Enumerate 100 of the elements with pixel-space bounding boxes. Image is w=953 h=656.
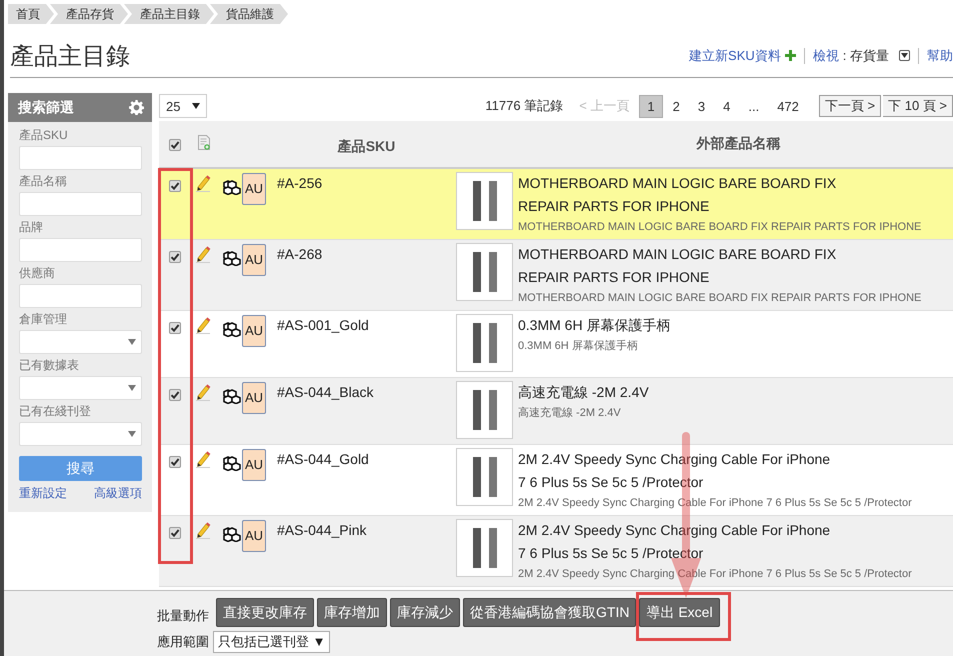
help-link[interactable]: 幫助 (927, 46, 953, 64)
input-field[interactable] (19, 192, 142, 216)
checkbox[interactable] (169, 527, 181, 539)
photo-placeholder (456, 243, 513, 301)
checkbox[interactable] (169, 322, 181, 334)
checkbox[interactable] (169, 251, 181, 263)
cubes-icon[interactable] (223, 389, 241, 404)
pencil-icon[interactable] (195, 175, 211, 192)
table-row[interactable]: AU #A-268 MOTHERBOARD MAIN LOGIC BARE BOARD FIX REPAIR PARTS FOR IPHONE MOTHERBOARD MAIN LOGIC BARE BOARD FIX REPAIR PARTS FOR IPHONE (159, 240, 953, 311)
table-row[interactable]: AU #AS-044_Gold 2M 2.4V Speedy Sync Charging Cable For iPhone 7 6 Plus 5s Se 5c 5 /Protector 2M 2.4V Speedy Sync Charging Cable For iPhone 7 6 Plus 5s Se 5c 5 /Protector (159, 445, 953, 516)
page-link[interactable]: 1 (639, 94, 663, 118)
breadcrumb-link[interactable]: 產品主目錄 (124, 4, 214, 24)
filter-title: 搜索篩選 (18, 98, 74, 116)
next-page-button[interactable]: 下一頁 > (818, 95, 882, 117)
page-size-select[interactable]: 25 (159, 94, 207, 118)
input-field[interactable] (19, 238, 142, 262)
page-link[interactable]: 2 (664, 94, 688, 118)
cubes-icon[interactable] (223, 527, 241, 542)
reset-link[interactable]: 重新設定 (19, 485, 67, 502)
bulk-action-button[interactable]: 庫存增加 (317, 598, 387, 627)
select-field[interactable] (19, 376, 142, 400)
pencil-icon[interactable] (195, 522, 211, 539)
bulk-action-button[interactable]: 導出 Excel (639, 598, 720, 627)
field-label: 倉庫管理 (19, 311, 68, 328)
product-name: 2M 2.4V Speedy Sync Charging Cable For iPhone 7 6 Plus 5s Se 5c 5 /Protector (518, 521, 832, 563)
caret-icon (128, 385, 136, 391)
bulk-action-button[interactable]: 從香港編碼協會獲取GTIN (463, 598, 636, 627)
product-subtitle: 高速充電線 -2M 2.4V (518, 406, 621, 421)
sku-text[interactable]: #A-256 (269, 169, 456, 239)
settings-icon[interactable] (129, 100, 144, 115)
photo-placeholder (456, 314, 513, 372)
field-label: 產品名稱 (19, 173, 68, 190)
product-subtitle: 2M 2.4V Speedy Sync Charging Cable For iPhone 7 6 Plus 5s Se 5c 5 /Protector (518, 496, 912, 511)
column-header: 產品SKU (336, 137, 396, 156)
pencil-icon[interactable] (195, 246, 211, 263)
sku-text[interactable]: #AS-044_Black (269, 378, 456, 444)
region-badge: AU (242, 173, 266, 205)
view-link[interactable]: 檢視 (812, 46, 839, 64)
dropdown-icon[interactable] (899, 50, 910, 61)
field-label: 已有數據表 (19, 357, 80, 374)
plus-icon[interactable] (784, 50, 796, 61)
record-count: 11776 筆記錄 (485, 97, 564, 115)
select-field[interactable] (19, 330, 142, 354)
bulk-actions-label: 批量動作 (157, 607, 209, 625)
product-name: 2M 2.4V Speedy Sync Charging Cable For iPhone 7 6 Plus 5s Se 5c 5 /Protector (518, 450, 832, 492)
input-field[interactable] (19, 146, 142, 170)
breadcrumb-link[interactable]: 首頁 (8, 4, 54, 24)
sku-text[interactable]: #AS-001_Gold (269, 311, 456, 377)
pencil-icon[interactable] (195, 317, 211, 334)
caret-icon (192, 103, 200, 109)
breadcrumb-link[interactable]: 產品存貨 (50, 4, 128, 24)
sku-text[interactable]: #A-268 (269, 240, 456, 310)
pencil-icon[interactable] (195, 384, 211, 401)
photo-placeholder (456, 381, 513, 439)
field-label: 品牌 (19, 219, 44, 236)
cubes-icon[interactable] (223, 456, 241, 471)
view-value: : 存貨量 (842, 46, 889, 64)
product-name: 高速充電線 -2M 2.4V (518, 383, 650, 402)
checkbox[interactable] (169, 180, 181, 192)
sku-text[interactable]: #AS-044_Pink (269, 516, 456, 586)
region-badge: AU (242, 520, 266, 552)
photo-placeholder (456, 448, 513, 506)
product-subtitle: MOTHERBOARD MAIN LOGIC BARE BOARD FIX REPAIR PARTS FOR IPHONE (518, 220, 922, 235)
table-row[interactable]: AU #AS-044_Black 高速充電線 -2M 2.4V 高速充電線 -2M 2.4V (159, 378, 953, 445)
page-link[interactable]: 4 (715, 94, 738, 118)
product-name: 0.3MM 6H 屏幕保護手柄 (518, 316, 672, 335)
scope-select[interactable]: 只包括已選刊登 ▼ (213, 631, 330, 653)
region-badge: AU (242, 382, 266, 414)
bulk-action-button[interactable]: 庫存減少 (390, 598, 460, 627)
page-link[interactable]: 3 (690, 94, 714, 118)
region-badge: AU (242, 315, 266, 347)
page-link[interactable]: 472 (769, 94, 807, 118)
next-ten-pages-button[interactable]: 下 10 頁 > (883, 95, 953, 117)
breadcrumb-link[interactable]: 貨品維護 (210, 4, 288, 24)
pencil-icon[interactable] (195, 451, 211, 468)
table-row[interactable]: AU #A-256 MOTHERBOARD MAIN LOGIC BARE BOARD FIX REPAIR PARTS FOR IPHONE MOTHERBOARD MAIN LOGIC BARE BOARD FIX REPAIR PARTS FOR IPHONE (159, 169, 953, 240)
checkbox[interactable] (169, 456, 181, 468)
caret-icon (128, 339, 136, 345)
photo-placeholder (456, 519, 513, 577)
field-label: 供應商 (19, 265, 56, 282)
sku-text[interactable]: #AS-044_Gold (269, 445, 456, 515)
checkbox[interactable] (169, 389, 181, 401)
input-field[interactable] (19, 284, 142, 308)
cubes-icon[interactable] (223, 180, 241, 195)
cubes-icon[interactable] (223, 322, 241, 337)
product-subtitle: 0.3MM 6H 屏幕保護手柄 (518, 339, 638, 354)
select-field[interactable] (19, 422, 142, 446)
region-badge: AU (242, 449, 266, 481)
create-sku-link[interactable]: 建立新SKU資料 (689, 46, 781, 64)
cubes-icon[interactable] (223, 251, 241, 266)
region-badge: AU (242, 244, 266, 276)
scope-label: 應用範圍 (157, 633, 209, 651)
table-row[interactable]: AU #AS-001_Gold 0.3MM 6H 屏幕保護手柄 0.3MM 6H 屏幕保護手柄 (159, 311, 953, 378)
field-label: 已有在綫刊登 (19, 403, 92, 420)
bulk-action-button[interactable]: 直接更改庫存 (216, 598, 314, 627)
pagination-ellipsis: ... (747, 98, 760, 116)
checkbox[interactable] (169, 139, 181, 151)
caret-icon (128, 431, 136, 437)
advanced-options-link[interactable]: 高級選項 (94, 485, 142, 502)
column-header: 外部產品名稱 (695, 135, 780, 153)
